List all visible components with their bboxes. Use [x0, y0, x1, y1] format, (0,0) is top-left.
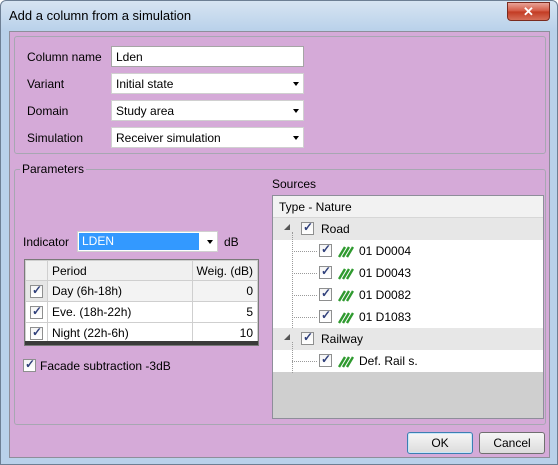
evening-checkbox[interactable] [30, 304, 43, 320]
parameters-group-title: Parameters [20, 162, 87, 176]
simulation-value: Receiver simulation [116, 131, 221, 145]
indicator-value: LDEN [79, 233, 199, 250]
indicator-unit: dB [224, 235, 239, 249]
periods-grid: Period Weig. (dB) Day (6h-18h) 0 Eve. (1… [24, 259, 259, 346]
grid-footer [25, 341, 258, 345]
tree-group-road[interactable]: Road [273, 218, 543, 240]
column-name-input[interactable]: Lden [111, 46, 304, 67]
chevron-down-icon [293, 136, 299, 140]
tree-connector [292, 232, 293, 328]
facade-subtraction-checkbox[interactable] [23, 357, 36, 372]
tree-connector [292, 295, 317, 296]
tree-item-label: 01 D0043 [359, 266, 412, 280]
road-source-icon [338, 246, 354, 258]
facade-subtraction-label: Facade subtraction -3dB [40, 359, 171, 373]
road-source-icon [338, 290, 354, 302]
source-checkbox[interactable] [319, 286, 332, 301]
indicator-combo[interactable]: LDEN [77, 231, 218, 252]
window-title: Add a column from a simulation [9, 8, 192, 23]
road-source-icon [338, 268, 354, 280]
tree-connector [292, 273, 317, 274]
day-checkbox[interactable] [30, 283, 43, 299]
tree-group-railway[interactable]: Railway [273, 328, 543, 350]
chevron-down-icon [207, 240, 213, 244]
tree-item-label: 01 D0082 [359, 288, 412, 302]
tree-item-label: 01 D1083 [359, 310, 412, 324]
ok-button[interactable]: OK [407, 432, 473, 454]
sources-tree[interactable]: Type - Nature Road 01 D0004 [272, 195, 544, 419]
domain-label: Domain [27, 104, 69, 118]
close-button[interactable]: ✕ [507, 2, 550, 21]
tree-item-label: Def. Rail s. [359, 354, 418, 368]
variant-combo[interactable]: Initial state [111, 73, 304, 94]
night-checkbox[interactable] [30, 325, 43, 341]
chevron-down-icon [293, 82, 299, 86]
tree-connector [292, 317, 317, 318]
simulation-label: Simulation [27, 131, 84, 145]
weight-cell[interactable]: 0 [191, 280, 259, 302]
source-checkbox[interactable] [319, 352, 332, 367]
weight-cell[interactable]: 5 [191, 301, 259, 323]
chevron-down-icon [293, 109, 299, 113]
close-icon: ✕ [523, 4, 534, 19]
tree-body: Road 01 D0004 01 D0043 [273, 218, 543, 373]
source-checkbox[interactable] [319, 264, 332, 279]
tree-group-label: Road [321, 222, 350, 236]
collapse-arrow-icon[interactable] [284, 334, 290, 340]
sources-label: Sources [272, 177, 317, 191]
title-bar[interactable]: Add a column from a simulation ✕ [1, 1, 557, 31]
road-source-icon [338, 312, 354, 324]
cancel-button[interactable]: Cancel [479, 432, 545, 454]
tree-connector [292, 342, 293, 373]
row-checkbox-cell[interactable] [25, 301, 48, 323]
rail-source-icon [338, 356, 354, 368]
variant-value: Initial state [116, 77, 174, 91]
road-checkbox[interactable] [301, 220, 314, 235]
source-checkbox[interactable] [319, 308, 332, 323]
period-cell[interactable]: Day (6h-18h) [47, 280, 193, 302]
indicator-label: Indicator [23, 235, 70, 249]
table-row[interactable]: Eve. (18h-22h) 5 [25, 301, 259, 323]
tree-column-header[interactable]: Type - Nature [273, 196, 543, 218]
tree-group-label: Railway [321, 332, 364, 346]
table-row[interactable]: Day (6h-18h) 0 [25, 280, 259, 302]
domain-value: Study area [116, 104, 175, 118]
row-checkbox-cell[interactable] [25, 280, 48, 302]
period-cell[interactable]: Eve. (18h-22h) [47, 301, 193, 323]
grid-header-selector [25, 260, 48, 281]
domain-combo[interactable]: Study area [111, 100, 304, 121]
source-checkbox[interactable] [319, 242, 332, 257]
variant-label: Variant [27, 77, 65, 91]
column-name-label: Column name [27, 50, 102, 64]
tree-connector [292, 361, 317, 362]
collapse-arrow-icon[interactable] [284, 224, 290, 230]
tree-connector [292, 251, 317, 252]
grid-header-row: Period Weig. (dB) [25, 260, 259, 281]
grid-header-weight[interactable]: Weig. (dB) [191, 260, 259, 281]
dialog-window: Add a column from a simulation ✕ Column … [0, 0, 558, 465]
dialog-client-area: Column name Lden Variant Initial state D… [9, 31, 550, 458]
railway-checkbox[interactable] [301, 330, 314, 345]
simulation-combo[interactable]: Receiver simulation [111, 127, 304, 148]
grid-header-period[interactable]: Period [47, 260, 193, 281]
tree-item-label: 01 D0004 [359, 244, 412, 258]
